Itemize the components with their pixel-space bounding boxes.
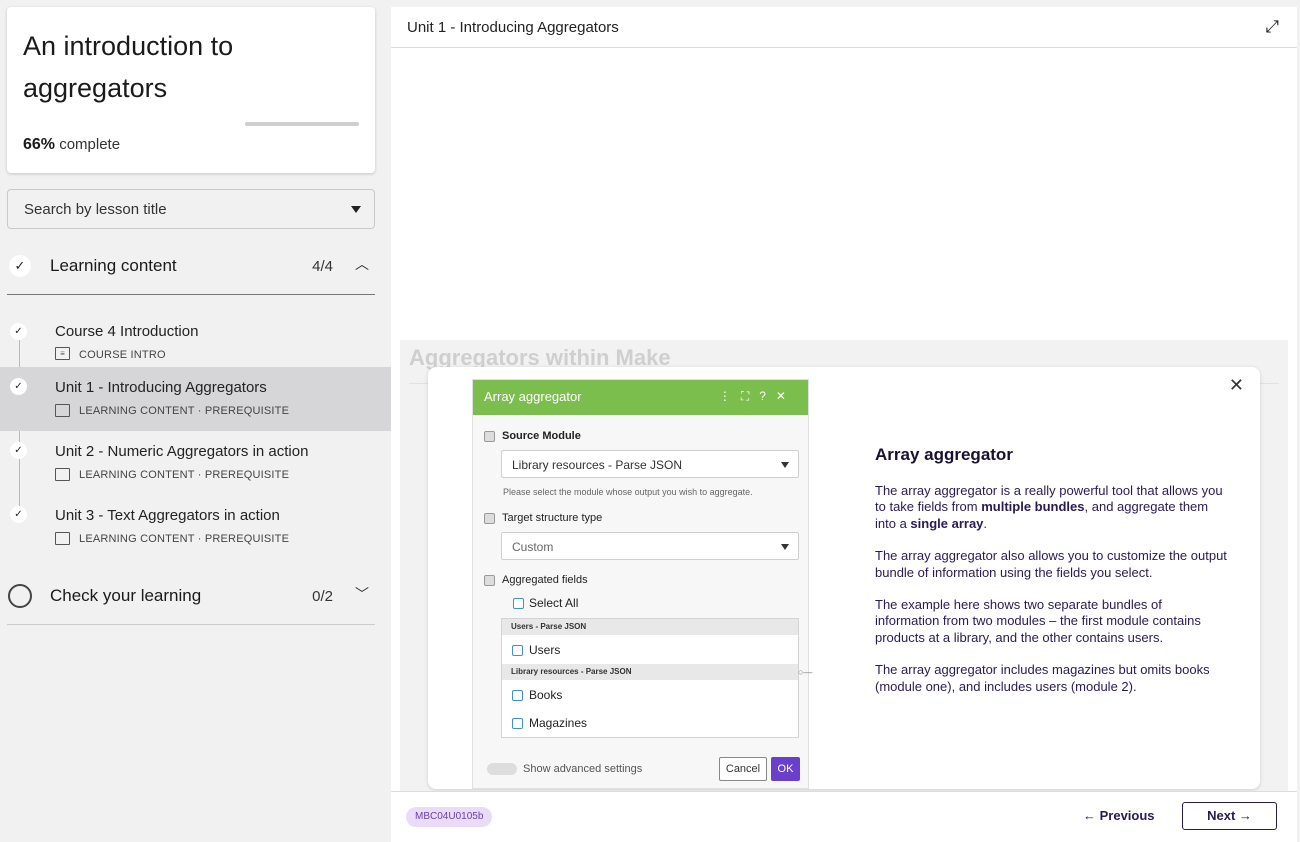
panel-header-icons: ⋮⛶?✕ bbox=[718, 389, 796, 403]
checkbox-select-all[interactable] bbox=[513, 598, 524, 609]
next-button[interactable]: Next → bbox=[1182, 802, 1277, 830]
check-icon: ✓ bbox=[10, 442, 27, 459]
info-paragraph-2: The array aggregator also allows you to … bbox=[875, 548, 1227, 580]
lesson-header: Unit 1 - Introducing Aggregators ⤢ bbox=[391, 7, 1297, 48]
cancel-button[interactable]: Cancel bbox=[719, 757, 767, 781]
chevron-up-icon[interactable]: ︿ bbox=[355, 254, 369, 274]
lesson-item-course-intro[interactable]: ✓ Course 4 Introduction ≡ COURSE INTRO bbox=[0, 311, 391, 375]
lesson-meta: COURSE INTRO bbox=[79, 349, 166, 361]
progress-bar-fill bbox=[245, 122, 321, 126]
checkbox-books[interactable] bbox=[512, 690, 523, 701]
section-check-your-learning[interactable]: Check your learning 0/2 ﹀ bbox=[7, 567, 375, 625]
lesson-item-unit-3[interactable]: ✓ Unit 3 - Text Aggregators in action LE… bbox=[0, 495, 391, 559]
checkbox-source-module[interactable] bbox=[484, 431, 495, 442]
check-icon: ✓ bbox=[9, 255, 31, 277]
course-card: An introduction to aggregators 66% compl… bbox=[7, 7, 375, 173]
section-learning-content[interactable]: ✓ Learning content 4/4 ︿ bbox=[7, 237, 375, 295]
info-paragraph-1: The array aggregator is a really powerfu… bbox=[875, 483, 1227, 532]
info-heading: Array aggregator bbox=[875, 445, 1013, 464]
field-books-label: Books bbox=[529, 688, 563, 702]
lesson-title: Unit 3 - Text Aggregators in action bbox=[55, 507, 280, 524]
panel-header: Array aggregator ⋮⛶?✕ bbox=[473, 380, 808, 415]
info-bold: multiple bundles bbox=[981, 499, 1085, 515]
section-divider bbox=[7, 294, 375, 295]
info-modal: ✕ Array aggregator ⋮⛶?✕ Source Module Li… bbox=[428, 367, 1260, 789]
document-icon: ≡ bbox=[55, 347, 70, 360]
caret-down-icon bbox=[351, 206, 361, 213]
select-all-label: Select All bbox=[529, 596, 579, 610]
checkbox-aggregated-fields[interactable] bbox=[484, 575, 495, 586]
field-group-library: Library resources - Parse JSON bbox=[502, 664, 798, 680]
aggregated-fields-label: Aggregated fields bbox=[502, 574, 588, 586]
lesson-search-select[interactable]: Search by lesson title bbox=[7, 189, 375, 229]
slides-icon bbox=[55, 404, 70, 417]
field-users-label: Users bbox=[529, 643, 561, 657]
info-text: Array aggregator The array aggregator is… bbox=[875, 445, 1227, 711]
target-structure-value: Custom bbox=[512, 540, 554, 554]
connector-handle-icon: ○— bbox=[798, 667, 813, 677]
lesson-meta: LEARNING CONTENT · PREREQUISITE bbox=[79, 469, 290, 481]
checkbox-users[interactable] bbox=[512, 645, 523, 656]
source-module-hint: Please select the module whose output yo… bbox=[503, 487, 753, 497]
previous-button[interactable]: ← Previous bbox=[1083, 808, 1155, 823]
source-module-select[interactable]: Library resources - Parse JSON bbox=[501, 450, 799, 478]
close-icon[interactable]: ✕ bbox=[1229, 375, 1244, 396]
lesson-item-unit-2[interactable]: ✓ Unit 2 - Numeric Aggregators in action… bbox=[0, 431, 391, 495]
lesson-stage: Aggregators within Make ✕ Array aggregat… bbox=[400, 340, 1288, 792]
chevron-down-icon[interactable]: ﹀ bbox=[355, 584, 369, 604]
panel-title: Array aggregator bbox=[484, 389, 582, 404]
lesson-viewer: Unit 1 - Introducing Aggregators ⤢ Aggre… bbox=[391, 7, 1297, 842]
ok-button[interactable]: OK bbox=[771, 757, 800, 781]
lesson-footer: MBC04U0105b ← Previous Next → bbox=[391, 791, 1297, 842]
progress-bar bbox=[245, 122, 359, 126]
lesson-title: Course 4 Introduction bbox=[55, 323, 199, 340]
source-module-value: Library resources - Parse JSON bbox=[512, 458, 683, 472]
section-count: 4/4 bbox=[312, 258, 333, 275]
aggregated-fields-list: Users - Parse JSON Users Library resourc… bbox=[501, 618, 799, 738]
info-text-span: . bbox=[983, 515, 988, 531]
lesson-title: Unit 2 - Numeric Aggregators in action bbox=[55, 443, 309, 460]
checkbox-target-structure[interactable] bbox=[484, 513, 495, 524]
lesson-meta: LEARNING CONTENT · PREREQUISITE bbox=[79, 533, 290, 545]
lesson-title: Unit 1 - Introducing Aggregators bbox=[55, 379, 267, 396]
advanced-settings-toggle[interactable] bbox=[487, 763, 517, 775]
info-paragraph-3: The example here shows two separate bund… bbox=[875, 597, 1201, 645]
advanced-settings-label: Show advanced settings bbox=[523, 763, 643, 775]
sidebar: An introduction to aggregators 66% compl… bbox=[0, 0, 391, 842]
section-label: Learning content bbox=[50, 256, 177, 275]
incomplete-circle-icon bbox=[8, 584, 32, 608]
expand-icon[interactable]: ⤢ bbox=[1265, 17, 1279, 37]
info-bold: single array bbox=[910, 515, 984, 531]
check-icon: ✓ bbox=[10, 378, 27, 395]
field-magazines-label: Magazines bbox=[529, 716, 588, 730]
lesson-search-placeholder: Search by lesson title bbox=[24, 201, 167, 218]
lesson-meta: LEARNING CONTENT · PREREQUISITE bbox=[79, 405, 290, 417]
slides-icon bbox=[55, 468, 70, 481]
target-structure-select[interactable]: Custom bbox=[501, 532, 799, 560]
slides-icon bbox=[55, 532, 70, 545]
caret-down-icon bbox=[781, 544, 789, 550]
unit-title: Unit 1 - Introducing Aggregators bbox=[407, 19, 619, 36]
section-divider bbox=[7, 624, 375, 625]
source-module-label: Source Module bbox=[502, 430, 581, 442]
section-count: 0/2 bbox=[312, 588, 333, 605]
section-label: Check your learning bbox=[50, 586, 202, 605]
array-aggregator-panel: Array aggregator ⋮⛶?✕ Source Module Libr… bbox=[472, 379, 809, 789]
checkbox-magazines[interactable] bbox=[512, 718, 523, 729]
progress-percent: 66% bbox=[23, 136, 56, 153]
target-structure-label: Target structure type bbox=[502, 512, 603, 524]
field-group-users: Users - Parse JSON bbox=[502, 619, 798, 635]
course-title: An introduction to aggregators bbox=[23, 31, 234, 103]
info-paragraph-4: The array aggregator includes magazines … bbox=[875, 662, 1210, 694]
caret-down-icon bbox=[781, 462, 789, 468]
check-icon: ✓ bbox=[10, 506, 27, 523]
lesson-code-badge: MBC04U0105b bbox=[406, 807, 493, 827]
check-icon: ✓ bbox=[10, 323, 27, 340]
progress-text: 66% complete bbox=[23, 136, 120, 154]
lesson-item-unit-1[interactable]: ✓ Unit 1 - Introducing Aggregators LEARN… bbox=[0, 367, 391, 431]
progress-suffix: complete bbox=[59, 136, 121, 153]
